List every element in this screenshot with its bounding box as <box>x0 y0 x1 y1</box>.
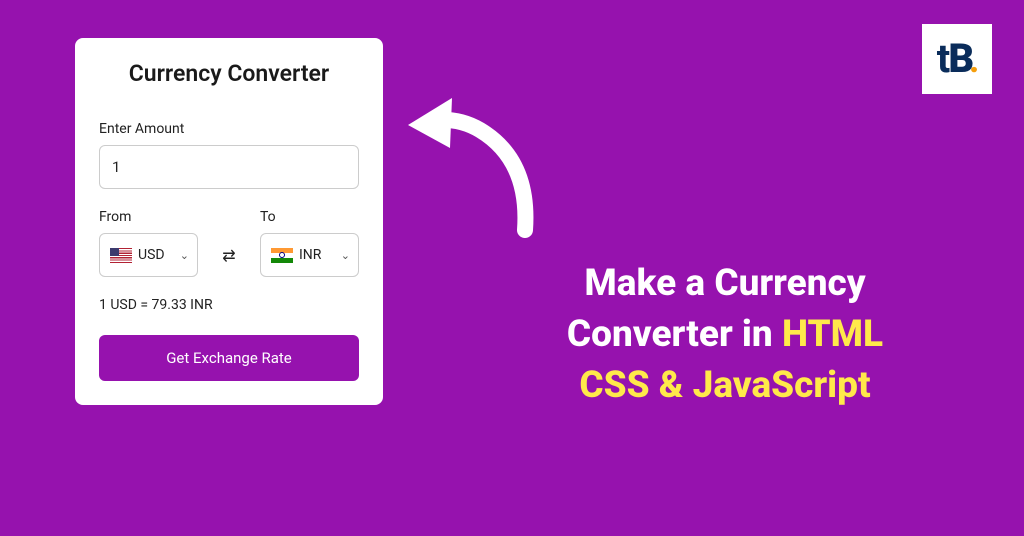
curved-arrow-icon <box>400 90 560 240</box>
from-currency-select[interactable]: USD ⌄ <box>99 233 198 277</box>
logo: tB. <box>922 24 992 94</box>
from-currency-code: USD <box>138 247 174 263</box>
amount-input[interactable] <box>99 145 359 189</box>
headline-text: Make a Currency Converter in HTML CSS & … <box>475 258 975 411</box>
from-label: From <box>99 209 198 225</box>
india-flag-icon <box>271 248 293 263</box>
logo-text: tB. <box>937 39 977 79</box>
converter-card: Currency Converter Enter Amount From USD… <box>75 38 383 405</box>
to-label: To <box>260 209 359 225</box>
chevron-down-icon: ⌄ <box>341 249 350 262</box>
swap-icon[interactable]: ⇄ <box>222 246 235 265</box>
usa-flag-icon <box>110 248 132 263</box>
card-title: Currency Converter <box>99 60 359 87</box>
headline-highlight1: HTML <box>782 313 883 356</box>
chevron-down-icon: ⌄ <box>180 249 189 262</box>
get-rate-button[interactable]: Get Exchange Rate <box>99 335 359 381</box>
from-column: From USD ⌄ <box>99 209 198 277</box>
headline-line2-part1: Converter in <box>567 313 782 356</box>
exchange-rate-text: 1 USD = 79.33 INR <box>99 297 359 313</box>
to-currency-code: INR <box>299 247 335 263</box>
headline-line1: Make a Currency <box>584 262 865 305</box>
amount-label: Enter Amount <box>99 121 359 137</box>
to-column: To INR ⌄ <box>260 209 359 277</box>
swap-column: ⇄ <box>214 233 244 277</box>
headline-highlight2: CSS & JavaScript <box>579 364 870 407</box>
from-to-row: From USD ⌄ ⇄ To INR ⌄ <box>99 209 359 277</box>
to-currency-select[interactable]: INR ⌄ <box>260 233 359 277</box>
